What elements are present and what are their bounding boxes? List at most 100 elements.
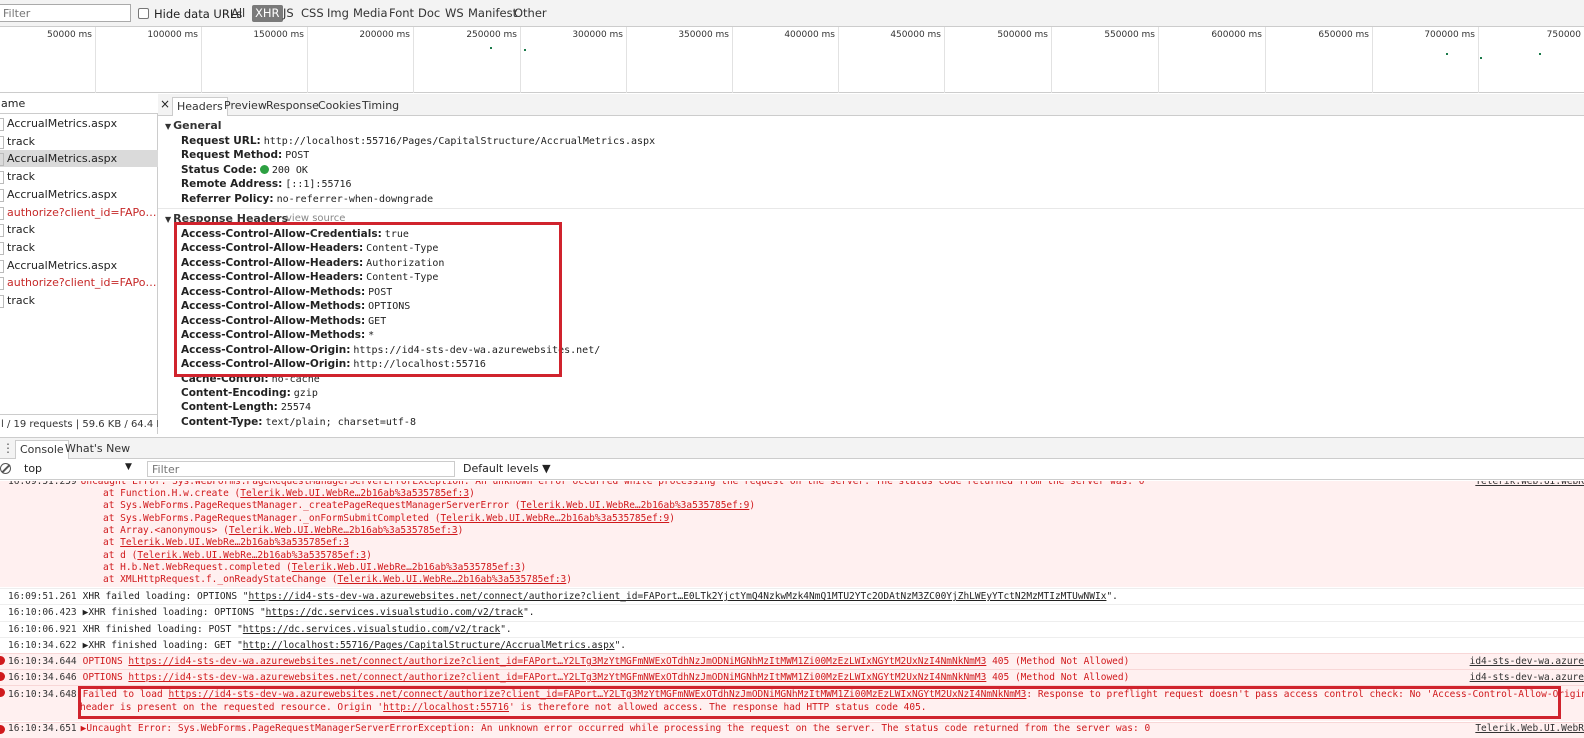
console-error-message: 16:10:34.651 ▶Uncaught Error: Sys.WebForm… bbox=[0, 722, 1584, 738]
request-row[interactable]: track bbox=[0, 239, 158, 256]
stack-frame: at Array.<anonymous> (Telerik.Web.UI.Web… bbox=[103, 525, 463, 537]
type-filter-other[interactable]: Other bbox=[511, 5, 550, 22]
request-row[interactable]: authorize?client_id=FAPortal_... bbox=[0, 204, 158, 221]
stack-frame: at Sys.WebForms.PageRequestManager._crea… bbox=[103, 500, 755, 512]
stack-frame-text: at Sys.WebForms.PageRequestManager._onFo… bbox=[103, 512, 441, 524]
log-text-suffix: ". bbox=[523, 607, 535, 618]
request-row[interactable]: AccrualMetrics.aspx bbox=[0, 257, 158, 274]
collapse-triangle-icon: ▼ bbox=[165, 215, 172, 224]
request-timing-mark bbox=[1480, 57, 1482, 59]
log-text-suffix: ". bbox=[614, 640, 627, 651]
log-link[interactable]: https://dc.services.visualstudio.com/v2/… bbox=[243, 624, 500, 635]
timeline-gridline bbox=[838, 27, 839, 93]
error-source-link[interactable]: Telerik.Web.UI.WebR bbox=[1475, 481, 1584, 488]
request-details-panel: × Headers Preview Response Cookies Timing ▼ G… bbox=[158, 94, 1584, 434]
request-row[interactable]: track bbox=[0, 133, 158, 150]
stack-frame: at XMLHttpRequest.f._onReadyStateChange … bbox=[103, 574, 572, 586]
request-row[interactable]: AccrualMetrics.aspx bbox=[0, 186, 158, 203]
error-method: OPTIONS bbox=[82, 672, 129, 683]
request-row[interactable]: track bbox=[0, 168, 158, 185]
header-value: 25574 bbox=[280, 402, 311, 414]
request-row[interactable]: track bbox=[0, 292, 158, 309]
console-log-message: 16:10:34.622 ▶XHR finished loading: GET "… bbox=[0, 637, 1584, 653]
error-link[interactable]: https://id4-sts-dev-wa.azurewebsites.net… bbox=[128, 656, 986, 667]
header-name: Remote Address: bbox=[181, 178, 283, 191]
header-row: Referrer Policy: no-referrer-when-downgra… bbox=[181, 192, 433, 206]
timeline-gridline bbox=[95, 27, 96, 93]
error-source-link[interactable]: id4-sts-dev-wa.azure bbox=[1470, 654, 1584, 669]
header-row: Request Method: POST bbox=[181, 148, 309, 162]
stack-frame-text: at H.b.Net.WebRequest.completed ( bbox=[103, 561, 292, 573]
network-filter-input[interactable] bbox=[0, 4, 131, 22]
request-row[interactable]: AccrualMetrics.aspx bbox=[0, 115, 158, 132]
error-text: Uncaught Error: Sys.WebForms.PageRequest… bbox=[80, 481, 1145, 487]
request-row[interactable]: authorize?client_id=FAPortal_... bbox=[0, 274, 158, 291]
error-text: ▶Uncaught Error: Sys.WebForms.PageReques… bbox=[80, 723, 1151, 734]
close-details-icon[interactable]: × bbox=[160, 97, 170, 111]
type-filter-ws[interactable]: WS bbox=[442, 5, 467, 22]
type-filter-doc[interactable]: Doc bbox=[415, 5, 443, 22]
error-source-link[interactable]: Telerik.Web.UI.WebR bbox=[1475, 723, 1584, 735]
header-value: http://localhost:55716/Pages/CapitalStru… bbox=[263, 136, 656, 147]
log-text-prefix: ▶XHR finished loading: GET " bbox=[82, 640, 243, 651]
type-filter-media[interactable]: Media bbox=[350, 5, 391, 22]
log-link[interactable]: https://id4-sts-dev-wa.azurewebsites.net… bbox=[249, 591, 1107, 602]
tab-timing[interactable]: Timing bbox=[358, 97, 403, 116]
dropdown-arrow-icon[interactable]: ▼ bbox=[125, 462, 132, 472]
timeline-gridline bbox=[626, 27, 627, 93]
timeline-tick-label: 100000 ms bbox=[147, 30, 198, 40]
stack-frame-close: ) bbox=[469, 488, 475, 499]
request-timing-mark bbox=[524, 49, 526, 51]
drawer-tabbar: ⋮ Console What's New bbox=[0, 437, 1584, 459]
console-error-message: 16:09:51.259 Uncaught Error: Sys.WebForms… bbox=[0, 481, 1584, 587]
stack-frame-close: ) bbox=[749, 500, 756, 512]
type-filter-all[interactable]: All bbox=[228, 5, 248, 22]
error-first-line: 16:09:51.259 Uncaught Error: Sys.WebForms… bbox=[0, 481, 1144, 488]
drawer-tab-whats-new[interactable]: What's New bbox=[61, 440, 134, 459]
type-filter-js[interactable]: JS bbox=[280, 5, 297, 22]
header-value: no-referrer-when-downgrade bbox=[276, 193, 434, 205]
header-row: Status Code: 200 OK bbox=[181, 163, 308, 177]
drawer-menu-icon[interactable]: ⋮ bbox=[2, 441, 14, 455]
timeline-tick-label: 750000 bbox=[1546, 30, 1581, 40]
timestamp: 16:10:34.651 bbox=[8, 723, 77, 734]
type-filter-xhr[interactable]: XHR bbox=[252, 5, 283, 22]
log-link[interactable]: https://dc.services.visualstudio.com/v2/… bbox=[266, 607, 523, 618]
error-icon bbox=[0, 672, 5, 681]
clear-console-icon[interactable] bbox=[0, 463, 11, 474]
timeline-tick-label: 500000 ms bbox=[997, 30, 1048, 40]
stack-frame-link[interactable]: Telerik.Web.UI.WebRe…2b16ab%3a535785ef:9 bbox=[521, 500, 750, 511]
type-filter-img[interactable]: Img bbox=[324, 5, 352, 22]
stack-frame-link[interactable]: Telerik.Web.UI.WebRe…2b16ab%3a535785ef:9 bbox=[440, 513, 669, 524]
error-link[interactable]: https://id4-sts-dev-wa.azurewebsites.net… bbox=[128, 672, 986, 683]
log-levels-dropdown[interactable]: Default levels ▼ bbox=[463, 462, 551, 475]
stack-frame-text: at Array.<anonymous> ( bbox=[103, 524, 229, 536]
network-overview-timeline[interactable]: 50000 ms 100000 ms 150000 ms 200000 ms 25000… bbox=[0, 27, 1584, 93]
general-section-header[interactable]: ▼ General bbox=[165, 119, 222, 132]
type-filter-font[interactable]: Font bbox=[386, 5, 417, 22]
type-filter-css[interactable]: CSS bbox=[298, 5, 327, 22]
timeline-tick-label: 50000 ms bbox=[47, 30, 92, 40]
header-name: Referrer Policy: bbox=[181, 192, 274, 205]
context-select[interactable]: top bbox=[24, 461, 136, 477]
stack-frame-text: at d ( bbox=[103, 549, 138, 561]
stack-frame-link[interactable]: Telerik.Web.UI.WebRe…2b16ab%3a535785ef:3 bbox=[240, 488, 469, 499]
console-filter-input[interactable] bbox=[147, 461, 455, 477]
timeline-gridline bbox=[201, 27, 202, 93]
stack-frame: at Sys.WebForms.PageRequestManager._onFo… bbox=[103, 513, 675, 525]
name-column-header[interactable]: ame bbox=[0, 94, 158, 114]
stack-frame-link[interactable]: Telerik.Web.UI.WebRe…2b16ab%3a535785ef:3 bbox=[292, 562, 521, 573]
error-source-link[interactable]: id4-sts-dev-wa.azure bbox=[1470, 670, 1584, 685]
request-row[interactable]: track bbox=[0, 221, 158, 238]
stack-frame-link[interactable]: Telerik.Web.UI.WebRe…2b16ab%3a535785ef:3 bbox=[137, 550, 366, 561]
header-value: gzip bbox=[293, 387, 318, 399]
timeline-gridline bbox=[944, 27, 945, 93]
hide-data-urls-checkbox[interactable] bbox=[138, 8, 149, 19]
timeline-gridline bbox=[307, 27, 308, 93]
stack-frame-link[interactable]: Telerik.Web.UI.WebRe…2b16ab%3a535785ef:3 bbox=[229, 525, 458, 536]
stack-frame-link[interactable]: Telerik.Web.UI.WebRe…2b16ab%3a535785ef:3 bbox=[338, 574, 567, 585]
request-summary: l / 19 requests | 59.6 KB / 64.4 K... bbox=[0, 414, 158, 434]
stack-frame-link[interactable]: Telerik.Web.UI.WebRe…2b16ab%3a535785ef:3 bbox=[120, 537, 349, 548]
request-row[interactable]: AccrualMetrics.aspx bbox=[0, 150, 158, 168]
log-link[interactable]: http://localhost:55716/Pages/CapitalStru… bbox=[243, 640, 615, 651]
